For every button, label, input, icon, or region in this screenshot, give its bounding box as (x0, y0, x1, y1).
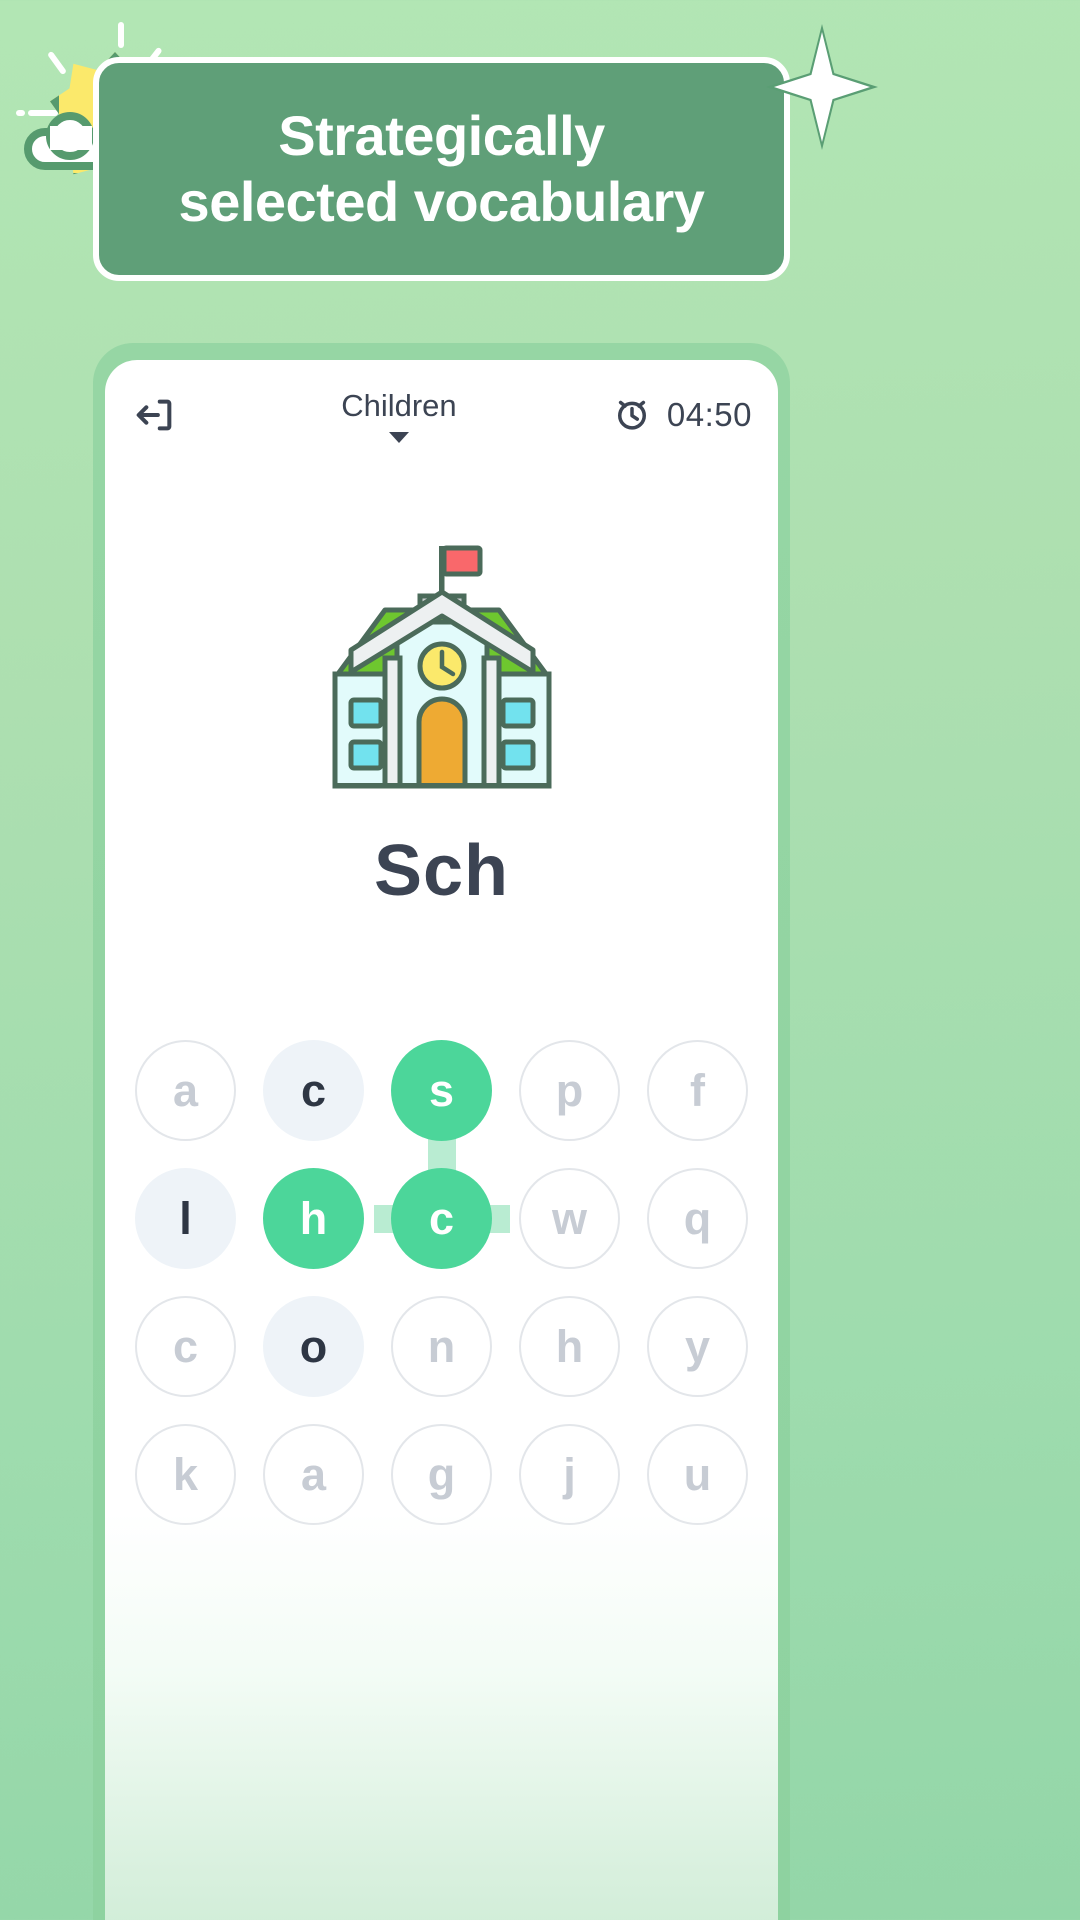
letter-cell-f: f (647, 1040, 748, 1141)
sun-ray-icon (118, 22, 124, 48)
category-label: Children (341, 387, 457, 423)
letter-cell-k: k (135, 1424, 236, 1525)
exit-icon[interactable] (131, 392, 177, 438)
letter-cell-j: j (519, 1424, 620, 1525)
letter-cell-h[interactable]: h (263, 1168, 364, 1269)
letter-row: lhcwq (135, 1168, 748, 1269)
letter-cell-l[interactable]: l (135, 1168, 236, 1269)
letter-row: acspf (135, 1040, 748, 1180)
letter-cell-g: g (391, 1424, 492, 1525)
letter-cell-p: p (519, 1040, 620, 1141)
letter-cell-c: c (135, 1296, 236, 1397)
word-progress: Sch (373, 831, 510, 911)
chevron-down-icon (388, 431, 409, 443)
sun-ray-icon (16, 110, 25, 116)
letter-cell-y: y (647, 1296, 748, 1397)
bottom-fade-overlay (105, 1513, 778, 1920)
letter-cell-w: w (519, 1168, 620, 1269)
phone-screen: Children 04:50 Sch a c s p f l h c w q c… (105, 360, 778, 1920)
letter-cell-q: q (647, 1168, 748, 1269)
headline-line-2: selected vocabulary (178, 170, 705, 233)
timer: 04:50 (611, 392, 752, 439)
letter-row: kagju (135, 1424, 748, 1525)
sun-ray-icon (28, 110, 58, 116)
headline-banner: Strategically selected vocabulary (93, 57, 790, 281)
alarm-clock-icon (611, 392, 653, 439)
headline-line-1: Strategically (278, 103, 605, 167)
timer-value: 04:50 (666, 396, 752, 433)
letter-cell-s[interactable]: s (391, 1040, 492, 1141)
letter-cell-c[interactable]: c (263, 1040, 364, 1141)
sun-ray-icon (46, 50, 68, 76)
letter-cell-a: a (263, 1424, 364, 1525)
letter-cell-n: n (391, 1296, 492, 1397)
app-bar: Children 04:50 (105, 360, 778, 470)
letter-row: conhy (135, 1296, 748, 1397)
letter-cell-u: u (647, 1424, 748, 1525)
letter-grid: acspflhcwqconhykagju (105, 1040, 778, 1552)
letter-cell-a: a (135, 1040, 236, 1141)
school-building-icon (105, 540, 778, 790)
category-selector[interactable]: Children (187, 388, 611, 443)
letter-cell-c[interactable]: c (391, 1168, 492, 1269)
letter-cell-o[interactable]: o (263, 1296, 364, 1397)
letter-cell-h: h (519, 1296, 620, 1397)
